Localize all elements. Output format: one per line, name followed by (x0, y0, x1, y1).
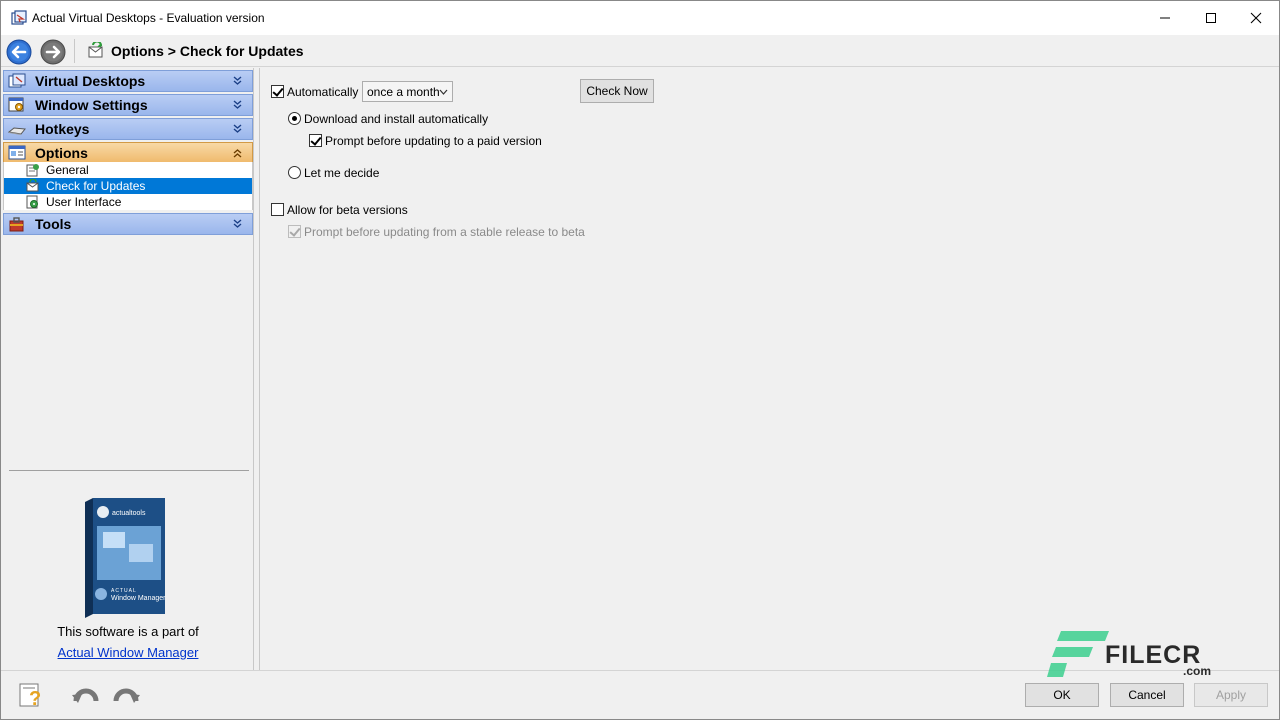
app-icon (11, 10, 27, 25)
redo-icon[interactable] (111, 681, 141, 709)
window-settings-icon (8, 97, 24, 112)
options-icon (8, 145, 26, 160)
sidebar-item-check-for-updates[interactable]: Check for Updates (4, 178, 252, 194)
sidebar: Virtual Desktops Window Settings Hotkeys… (3, 68, 254, 670)
filecr-logo-icon (1047, 631, 1109, 677)
keyboard-icon (8, 127, 26, 135)
let-me-decide-radio[interactable] (288, 166, 301, 179)
maximize-icon (1206, 13, 1216, 23)
sidebar-group-label: Options (35, 145, 88, 161)
part-of-text: This software is a part of (57, 624, 199, 639)
close-button[interactable] (1233, 1, 1279, 35)
sidebar-group-virtual-desktops[interactable]: Virtual Desktops (3, 70, 253, 92)
help-icon[interactable]: ? (17, 681, 47, 709)
prompt-beta-checkbox[interactable] (288, 225, 301, 238)
tools-icon (9, 217, 24, 232)
sidebar-group-options[interactable]: Options (3, 142, 253, 164)
breadcrumb: Options > Check for Updates (111, 43, 304, 59)
check-for-updates-panel: Automatically once a month Check Now Dow… (259, 68, 1279, 670)
maximize-button[interactable] (1188, 1, 1234, 35)
apply-button[interactable]: Apply (1194, 683, 1268, 707)
sidebar-group-label: Hotkeys (35, 121, 90, 137)
sidebar-group-label: Virtual Desktops (35, 73, 146, 89)
product-box-line2: Window Manager (111, 595, 166, 602)
sidebar-divider (9, 470, 249, 471)
app-window: Actual Virtual Desktops - Evaluation ver… (0, 0, 1280, 720)
filecr-watermark: FILECR .com (1047, 629, 1227, 679)
close-icon (1250, 12, 1262, 24)
download-install-label: Download and install automatically (304, 112, 489, 126)
check-now-button[interactable]: Check Now (580, 79, 654, 103)
sidebar-group-hotkeys[interactable]: Hotkeys (3, 118, 253, 140)
prompt-paid-checkbox[interactable] (309, 134, 322, 147)
virtual-desktops-icon (8, 73, 26, 88)
product-box-line1: ACTUAL (111, 588, 137, 594)
title-bar: Actual Virtual Desktops - Evaluation ver… (1, 1, 1279, 35)
sidebar-group-label: Tools (35, 216, 72, 232)
ok-button[interactable]: OK (1025, 683, 1099, 707)
chevron-down-icon (233, 219, 242, 228)
automatically-checkbox[interactable] (271, 85, 284, 98)
nav-separator (74, 39, 75, 63)
watermark-suffix: .com (1183, 664, 1212, 678)
beta-versions-label: Allow for beta versions (287, 203, 408, 217)
chevron-down-icon (233, 76, 242, 85)
product-box-brand: actualtools (112, 510, 146, 517)
general-settings-icon (26, 164, 39, 177)
update-frequency-value: once a month (367, 85, 440, 99)
product-box-image: actualtools ACTUAL Window Manager (85, 498, 166, 618)
let-me-decide-label: Let me decide (304, 166, 380, 180)
undo-icon[interactable] (71, 681, 101, 709)
update-frequency-select[interactable]: once a month (362, 81, 453, 102)
download-install-radio[interactable] (288, 112, 301, 125)
chevron-down-icon (233, 100, 242, 109)
minimize-button[interactable] (1142, 1, 1188, 35)
chevron-up-icon (233, 149, 242, 158)
svg-text:?: ? (29, 688, 41, 709)
minimize-icon (1160, 17, 1170, 19)
cancel-button[interactable]: Cancel (1110, 683, 1184, 707)
prompt-paid-label: Prompt before updating to a paid version (325, 134, 542, 148)
sidebar-item-label: User Interface (46, 195, 122, 209)
automatically-label: Automatically (287, 85, 359, 99)
chevron-down-icon (439, 89, 448, 95)
update-icon (26, 179, 39, 192)
sidebar-group-tools[interactable]: Tools (3, 213, 253, 235)
sidebar-group-label: Window Settings (35, 97, 148, 113)
sidebar-item-label: General (46, 163, 89, 177)
sidebar-group-window-settings[interactable]: Window Settings (3, 94, 253, 116)
sidebar-item-label: Check for Updates (46, 179, 146, 193)
navigation-bar: Options > Check for Updates (1, 35, 1279, 67)
back-arrow-icon (6, 39, 32, 65)
forward-button[interactable] (40, 39, 66, 65)
sidebar-item-general[interactable]: General (4, 162, 252, 178)
actual-window-manager-link[interactable]: Actual Window Manager (3, 645, 253, 660)
back-button[interactable] (6, 39, 32, 65)
chevron-down-icon (233, 124, 242, 133)
update-icon (88, 42, 103, 58)
prompt-beta-label: Prompt before updating from a stable rel… (304, 225, 585, 239)
sidebar-item-user-interface[interactable]: User Interface (4, 194, 252, 210)
forward-arrow-icon (40, 39, 66, 65)
user-interface-icon (26, 195, 38, 209)
beta-versions-checkbox[interactable] (271, 203, 284, 216)
window-title: Actual Virtual Desktops - Evaluation ver… (32, 11, 265, 25)
options-sub-list: General Check for Updates User Interface (3, 162, 253, 210)
